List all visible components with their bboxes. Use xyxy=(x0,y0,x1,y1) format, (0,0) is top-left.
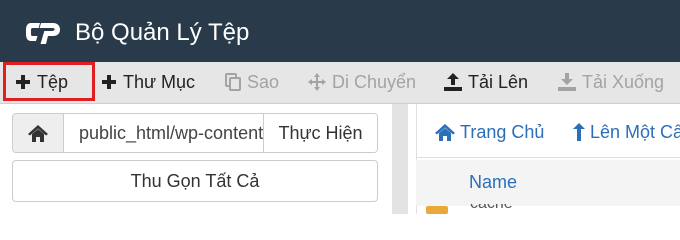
move-icon xyxy=(308,73,326,91)
path-input-group: Thực Hiện xyxy=(12,113,378,153)
copy-icon xyxy=(225,73,241,91)
highlight-box xyxy=(3,62,95,101)
home-button[interactable] xyxy=(13,114,64,152)
up-one-level-button[interactable]: Lên Một Cấp xyxy=(573,106,680,158)
move-button[interactable]: Di Chuyển xyxy=(308,62,416,102)
plus-icon xyxy=(102,75,116,89)
row-filename: cache xyxy=(470,204,518,213)
new-folder-label: Thư Mục xyxy=(123,71,196,92)
app-title: Bộ Quản Lý Tệp xyxy=(75,19,250,46)
column-header-name[interactable]: Name xyxy=(469,172,517,193)
scrollbar[interactable] xyxy=(392,104,408,214)
home-nav-button[interactable]: Trang Chủ xyxy=(435,106,544,158)
navigation-bar: Trang Chủ Lên Một Cấp xyxy=(416,106,680,158)
upload-label: Tải Lên xyxy=(468,71,529,92)
up-one-level-label: Lên Một Cấp xyxy=(590,121,680,142)
folder-icon xyxy=(426,206,448,214)
upload-button[interactable]: Tải Lên xyxy=(444,62,528,102)
upload-icon xyxy=(444,73,462,91)
home-nav-label: Trang Chủ xyxy=(460,121,545,142)
go-button[interactable]: Thực Hiện xyxy=(263,114,377,152)
download-icon xyxy=(558,73,576,91)
collapse-all-button[interactable]: Thu Gọn Tất Cả xyxy=(12,160,378,202)
home-icon xyxy=(28,124,48,142)
cpanel-logo-icon xyxy=(26,23,60,44)
download-label: Tải Xuống xyxy=(582,71,665,92)
copy-label: Sao xyxy=(247,71,280,92)
copy-button[interactable]: Sao xyxy=(225,62,279,102)
table-row[interactable]: cache xyxy=(470,204,518,214)
move-label: Di Chuyển xyxy=(332,71,417,92)
home-icon xyxy=(435,123,455,141)
arrow-up-icon xyxy=(573,123,585,141)
new-folder-button[interactable]: Thư Mục xyxy=(101,62,195,102)
file-table-header: Name xyxy=(416,160,680,206)
download-button[interactable]: Tải Xuống xyxy=(558,62,664,102)
path-input[interactable] xyxy=(65,114,263,152)
